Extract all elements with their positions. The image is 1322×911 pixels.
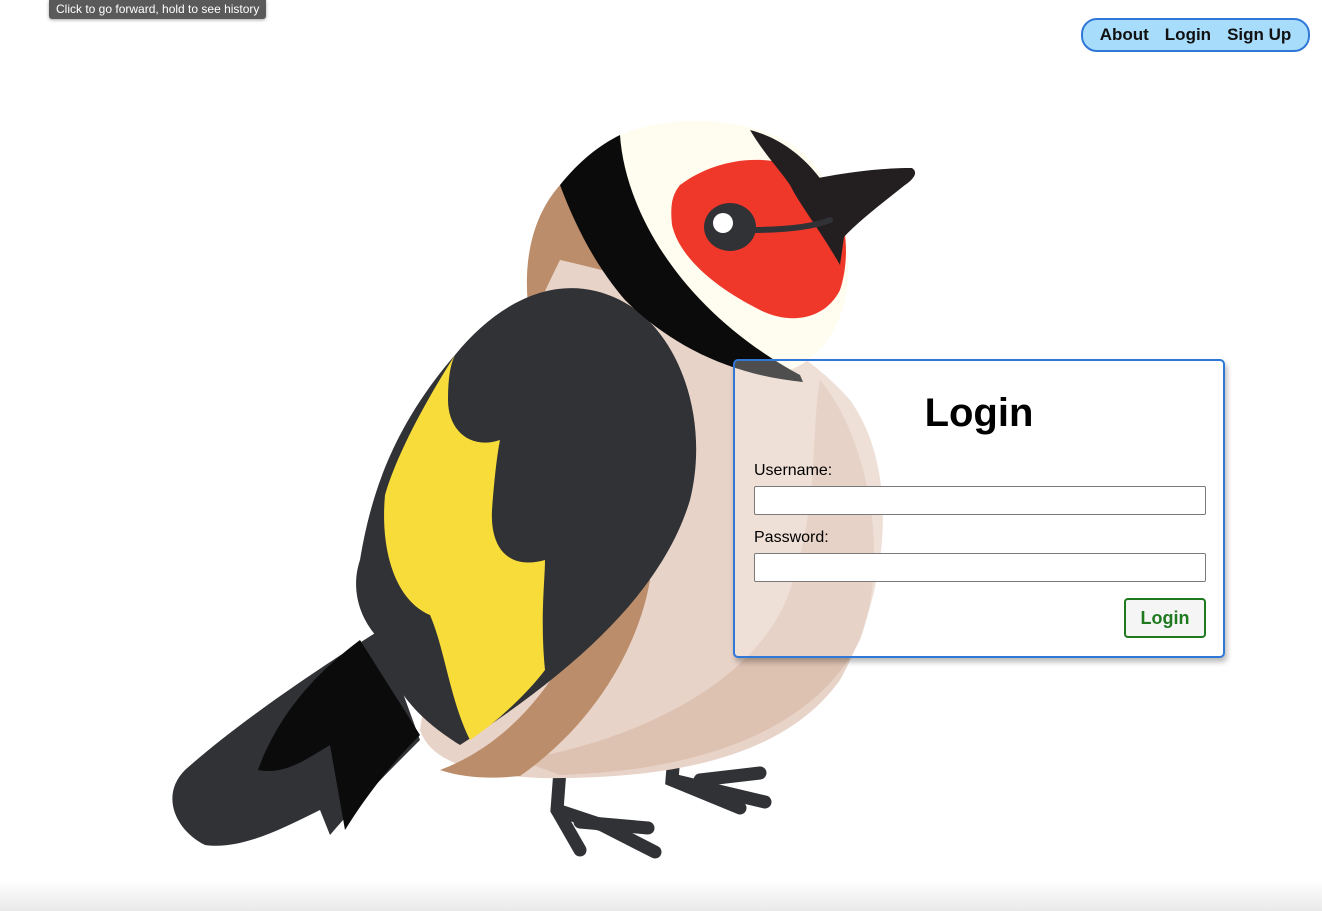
username-input[interactable] [754,486,1206,515]
password-label: Password: [754,529,829,546]
nav-signup-link[interactable]: Sign Up [1227,25,1291,45]
bird-eye-highlight [713,213,733,233]
username-label: Username: [754,462,833,479]
login-form: Login Username: Password: Login [733,359,1225,658]
browser-tooltip: Click to go forward, hold to see history [49,0,267,19]
login-submit-button[interactable]: Login [1124,598,1206,638]
nav-login-link[interactable]: Login [1165,25,1211,45]
bottom-bar [0,880,1322,911]
nav-about-link[interactable]: About [1100,25,1149,45]
page: Click to go forward, hold to see history… [0,0,1322,911]
password-input[interactable] [754,553,1206,582]
login-title: Login [924,391,1034,435]
top-nav: About Login Sign Up [1081,18,1310,52]
